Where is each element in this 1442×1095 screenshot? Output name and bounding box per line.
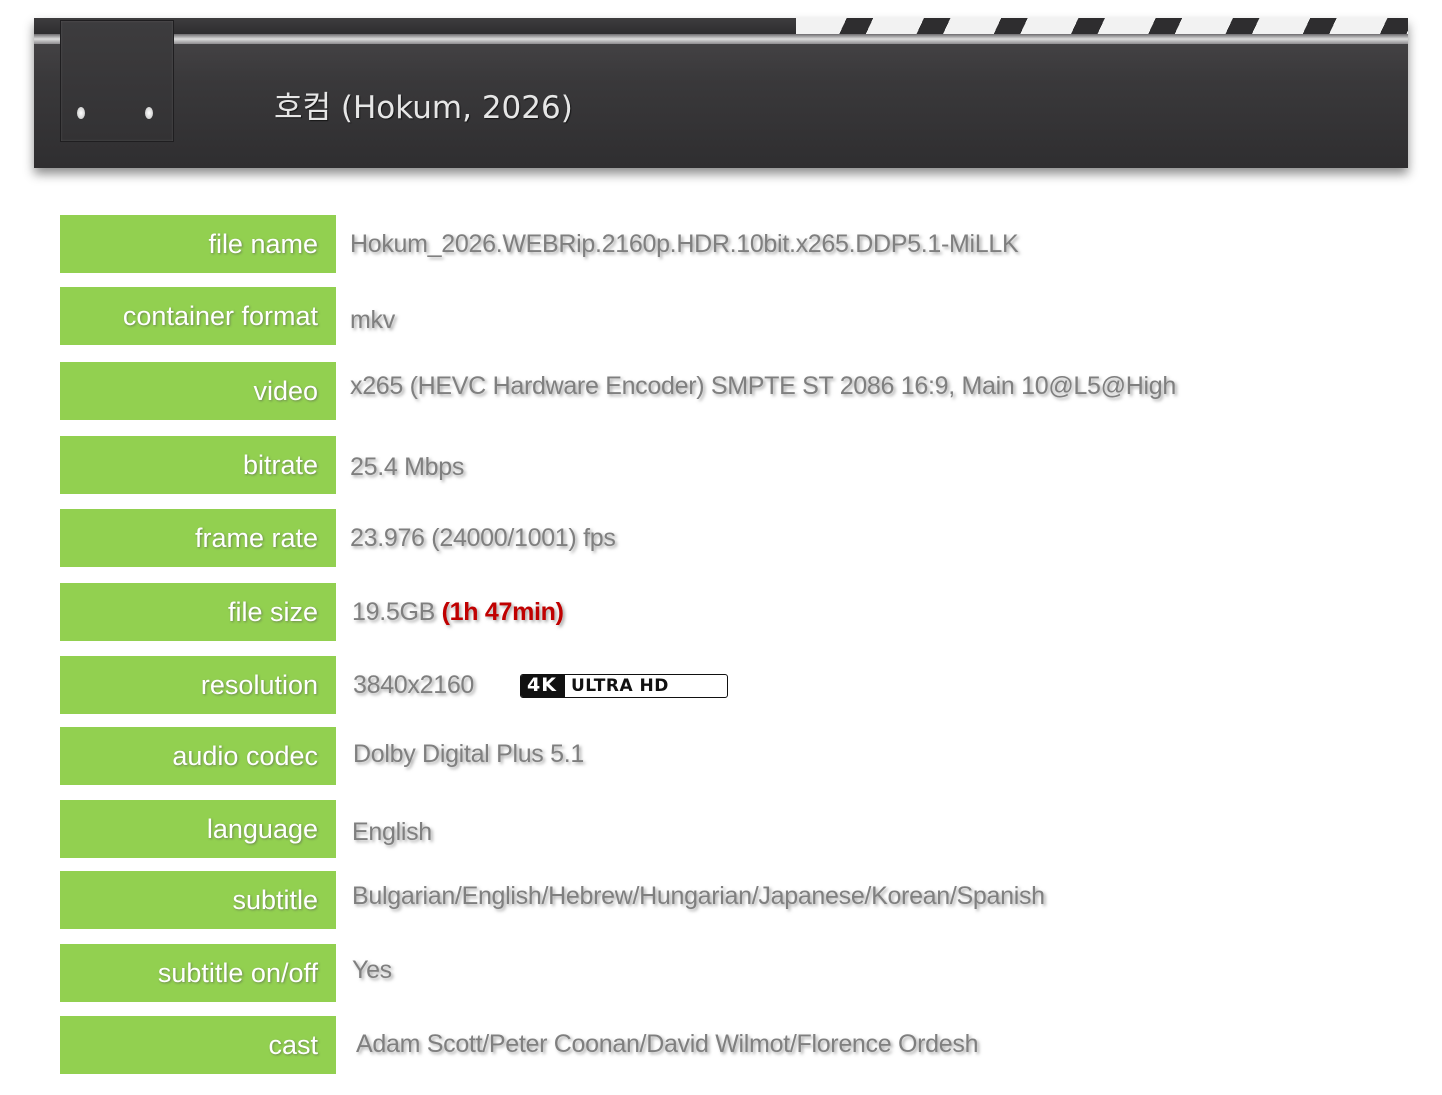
row-label: language xyxy=(60,800,336,858)
clapper-rail xyxy=(34,34,1408,44)
clapper-stick xyxy=(34,18,1408,34)
row-value: Bulgarian/English/Hebrew/Hungarian/Japan… xyxy=(352,882,1045,910)
info-row-frame-rate: frame rate 23.976 (24000/1001) fps xyxy=(60,509,1400,567)
row-label: file name xyxy=(60,215,336,273)
info-row-file-name: file name Hokum_2026.WEBRip.2160p.HDR.10… xyxy=(60,215,1400,273)
runtime-value: (1h 47min) xyxy=(441,598,564,626)
row-label: cast xyxy=(60,1016,336,1074)
row-value: mkv xyxy=(350,306,395,334)
info-row-file-size: file size 19.5GB (1h 47min) xyxy=(60,583,1400,641)
file-size-value: 19.5GB xyxy=(352,598,435,626)
row-label: container format xyxy=(60,287,336,345)
row-label: video xyxy=(60,362,336,420)
row-value: 19.5GB (1h 47min) xyxy=(352,583,564,641)
movie-title: 호컴 (Hokum, 2026) xyxy=(274,90,573,126)
clapper-hinge xyxy=(60,20,174,142)
row-label: bitrate xyxy=(60,436,336,494)
info-row-subtitle: subtitle Bulgarian/English/Hebrew/Hungar… xyxy=(60,871,1400,929)
row-label: audio codec xyxy=(60,727,336,785)
row-value: 25.4 Mbps xyxy=(350,453,465,481)
bolt-icon xyxy=(145,107,153,119)
row-label: file size xyxy=(60,583,336,641)
info-row-container-format: container format mkv xyxy=(60,287,1400,345)
4k-ultra-hd-logo: 4K ULTRA HD xyxy=(520,674,728,698)
row-value: Adam Scott/Peter Coonan/David Wilmot/Flo… xyxy=(356,1030,979,1058)
clapper-stripes xyxy=(796,18,1408,34)
badge-4k-text: 4K xyxy=(521,675,565,697)
info-row-audio-codec: audio codec Dolby Digital Plus 5.1 xyxy=(60,727,1400,785)
row-value: Yes xyxy=(352,956,392,984)
row-label: subtitle on/off xyxy=(60,944,336,1002)
row-value: Dolby Digital Plus 5.1 xyxy=(353,740,585,768)
row-value: Hokum_2026.WEBRip.2160p.HDR.10bit.x265.D… xyxy=(350,230,1019,258)
row-label: frame rate xyxy=(60,509,336,567)
info-row-subtitle-on-off: subtitle on/off Yes xyxy=(60,944,1400,1002)
info-row-bitrate: bitrate 25.4 Mbps xyxy=(60,436,1400,494)
info-row-cast: cast Adam Scott/Peter Coonan/David Wilmo… xyxy=(60,1016,1400,1074)
info-row-language: language English xyxy=(60,800,1400,858)
row-label: subtitle xyxy=(60,871,336,929)
row-value: x265 (HEVC Hardware Encoder) SMPTE ST 20… xyxy=(350,372,1176,400)
row-value: English xyxy=(352,818,432,846)
row-value: 3840x2160 xyxy=(353,671,475,699)
row-value: 23.976 (24000/1001) fps xyxy=(350,524,616,552)
clapperboard-header: 호컴 (Hokum, 2026) xyxy=(34,18,1408,168)
info-row-resolution: resolution 3840x2160 4K ULTRA HD xyxy=(60,656,1400,714)
bolt-icon xyxy=(77,107,85,119)
info-row-video: video x265 (HEVC Hardware Encoder) SMPTE… xyxy=(60,362,1400,420)
badge-ultra-hd-text: ULTRA HD xyxy=(570,676,669,696)
row-label: resolution xyxy=(60,656,336,714)
